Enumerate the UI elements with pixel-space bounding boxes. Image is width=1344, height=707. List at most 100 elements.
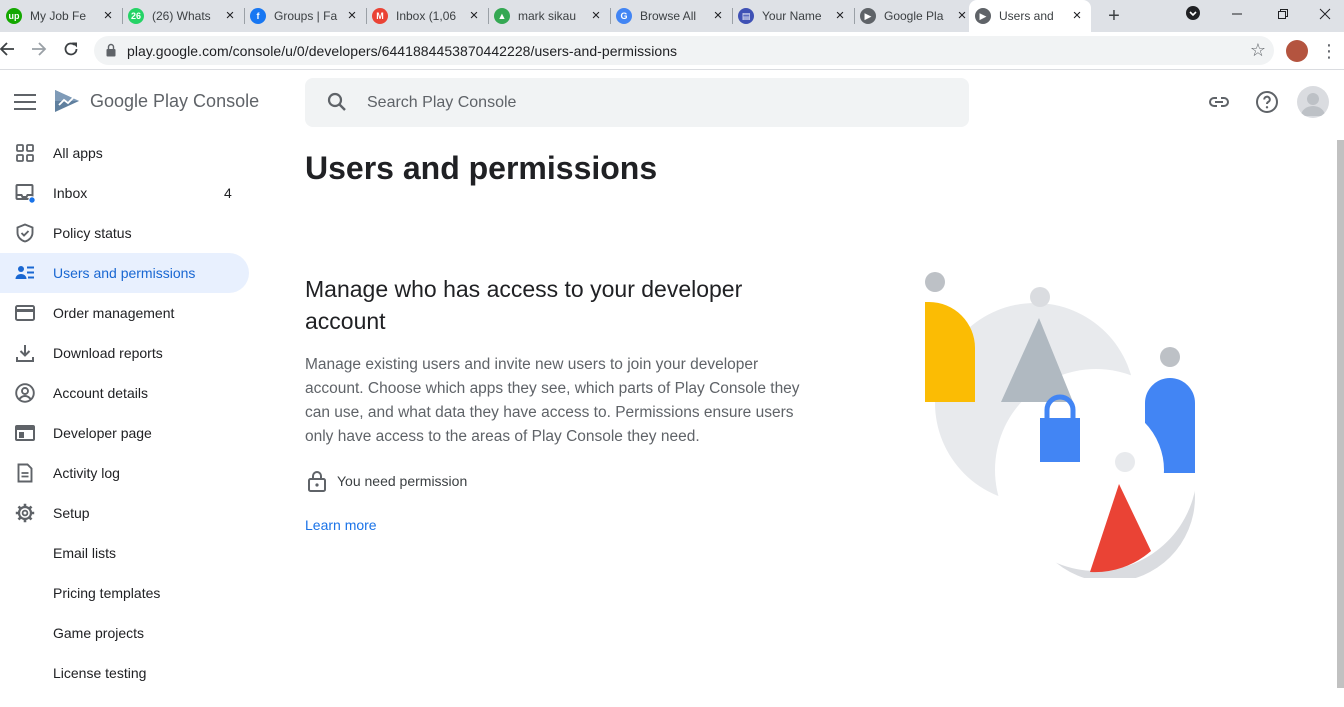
sidebar-nav: All apps Inbox 4 Policy status Users and… (0, 133, 250, 693)
sidebar-item-all-apps[interactable]: All apps (0, 133, 250, 173)
close-tab-icon[interactable]: × (710, 8, 726, 24)
page-scrollbar[interactable] (1337, 140, 1344, 688)
tab-title: Google Pla (884, 9, 944, 23)
sidebar-item-label: Activity log (53, 465, 120, 481)
sidebar-item-users-and-permissions[interactable]: Users and permissions (0, 253, 249, 293)
close-tab-icon[interactable]: × (344, 8, 360, 24)
download-icon (16, 345, 34, 362)
browser-tab[interactable]: f Groups | Fa × (244, 0, 366, 32)
close-tab-icon[interactable]: × (466, 8, 482, 24)
browser-tab[interactable]: M Inbox (1,06 × (366, 0, 488, 32)
sidebar-item-developer-page[interactable]: Developer page (0, 413, 250, 453)
close-tab-icon[interactable]: × (832, 8, 848, 24)
whatsapp-icon: 26 (128, 8, 144, 24)
grid-icon (16, 144, 34, 162)
close-window-icon[interactable] (1310, 4, 1340, 26)
person-icon (1301, 93, 1325, 116)
url-text[interactable]: play.google.com/console/u/0/developers/6… (127, 43, 677, 59)
gmail-icon: M (372, 8, 388, 24)
close-tab-icon[interactable]: × (100, 8, 116, 24)
gear-icon (15, 503, 35, 523)
browser-tab[interactable]: 26 (26) Whats × (122, 0, 244, 32)
tab-title: Browse All (640, 9, 697, 23)
sidebar-item-download-reports[interactable]: Download reports (0, 333, 250, 373)
sidebar-item-label: Inbox (53, 185, 88, 201)
users-icon (15, 266, 34, 279)
sidebar-item-label: License testing (53, 665, 147, 681)
browser-tab-active[interactable]: ▶ Users and × (969, 0, 1091, 32)
browser-tab[interactable]: ▲ mark sikau × (488, 0, 610, 32)
tab-title: (26) Whats (152, 9, 211, 23)
sidebar-item-label: Users and permissions (53, 265, 196, 281)
sidebar-item-inbox[interactable]: Inbox 4 (0, 173, 250, 213)
play-console-icon: ▶ (975, 8, 991, 24)
account-avatar[interactable] (1297, 86, 1329, 118)
permission-text: You need permission (337, 473, 468, 489)
facebook-icon: f (250, 8, 266, 24)
tab-title: mark sikau (518, 9, 577, 23)
users-illustration (925, 272, 1197, 578)
help-icon[interactable] (1255, 90, 1279, 114)
browser-tab[interactable]: ▤ Your Name × (732, 0, 854, 32)
sidebar-item-label: Game projects (53, 625, 145, 641)
document-icon (17, 463, 33, 483)
new-tab-button[interactable]: + (1104, 6, 1124, 26)
sidebar-item-account-details[interactable]: Account details (0, 373, 250, 413)
tab-title: Users and (999, 9, 1054, 23)
tab-title: Inbox (1,06 (396, 9, 457, 23)
sidebar-item-license-testing[interactable]: License testing (0, 653, 250, 693)
credit-card-icon (15, 305, 35, 321)
sidebar-item-policy-status[interactable]: Policy status (0, 213, 250, 253)
forms-icon: ▤ (738, 8, 754, 24)
minimize-window-icon[interactable] (1222, 4, 1252, 26)
sidebar-item-label: All apps (53, 145, 103, 161)
link-icon[interactable] (1207, 90, 1231, 114)
inbox-icon (15, 184, 35, 203)
tab-search-icon[interactable] (1178, 4, 1208, 26)
sidebar-item-label: Policy status (53, 225, 132, 241)
google-icon: G (616, 8, 632, 24)
brand-name[interactable]: Google Play Console (90, 91, 259, 112)
tab-title: Your Name (762, 9, 822, 23)
reload-icon[interactable] (60, 40, 82, 62)
permission-notice: You need permission (305, 467, 467, 495)
sidebar-item-pricing-templates[interactable]: Pricing templates (0, 573, 250, 613)
section-description: Manage existing users and invite new use… (305, 356, 800, 445)
sidebar-item-order-management[interactable]: Order management (0, 293, 250, 333)
tab-title: My Job Fe (30, 9, 87, 23)
address-bar[interactable]: play.google.com/console/u/0/developers/6… (94, 36, 1274, 65)
search-input[interactable]: Search Play Console (367, 94, 516, 112)
browser-profile-avatar[interactable] (1286, 40, 1308, 62)
back-arrow-icon[interactable] (0, 40, 18, 62)
search-box[interactable]: Search Play Console (305, 78, 969, 127)
sidebar-item-setup[interactable]: Setup (0, 493, 250, 533)
search-icon (327, 92, 346, 111)
browser-tab[interactable]: up My Job Fe × (0, 0, 122, 32)
sidebar-item-label: Download reports (53, 345, 163, 361)
drive-icon: ▲ (494, 8, 510, 24)
bookmark-star-icon[interactable]: ☆ (1250, 40, 1266, 61)
browser-menu-icon[interactable]: ⋮ (1320, 40, 1338, 62)
browser-tab[interactable]: ▶ Google Pla × (854, 0, 976, 32)
shield-icon (16, 223, 34, 243)
sidebar-item-activity-log[interactable]: Activity log (0, 453, 250, 493)
restore-window-icon[interactable] (1268, 4, 1298, 26)
section-title: Manage who has access to your developer … (305, 276, 743, 334)
sidebar-item-email-lists[interactable]: Email lists (0, 533, 250, 573)
close-tab-icon[interactable]: × (222, 8, 238, 24)
hamburger-menu-icon[interactable] (14, 94, 36, 110)
page-title: Users and permissions (305, 150, 658, 186)
sidebar-item-label: Setup (53, 505, 90, 521)
learn-more-link[interactable]: Learn more (305, 517, 377, 533)
forward-arrow-icon[interactable] (28, 40, 50, 62)
sidebar-item-label: Developer page (53, 425, 152, 441)
browser-toolbar: play.google.com/console/u/0/developers/6… (0, 32, 1344, 70)
lock-icon (308, 471, 326, 492)
lock-icon[interactable] (106, 43, 116, 57)
close-tab-icon[interactable]: × (588, 8, 604, 24)
sidebar-item-game-projects[interactable]: Game projects (0, 613, 250, 653)
browser-tab[interactable]: G Browse All × (610, 0, 732, 32)
close-tab-icon[interactable]: × (954, 8, 970, 24)
close-tab-icon[interactable]: × (1069, 8, 1085, 24)
sidebar-item-label: Pricing templates (53, 585, 161, 601)
